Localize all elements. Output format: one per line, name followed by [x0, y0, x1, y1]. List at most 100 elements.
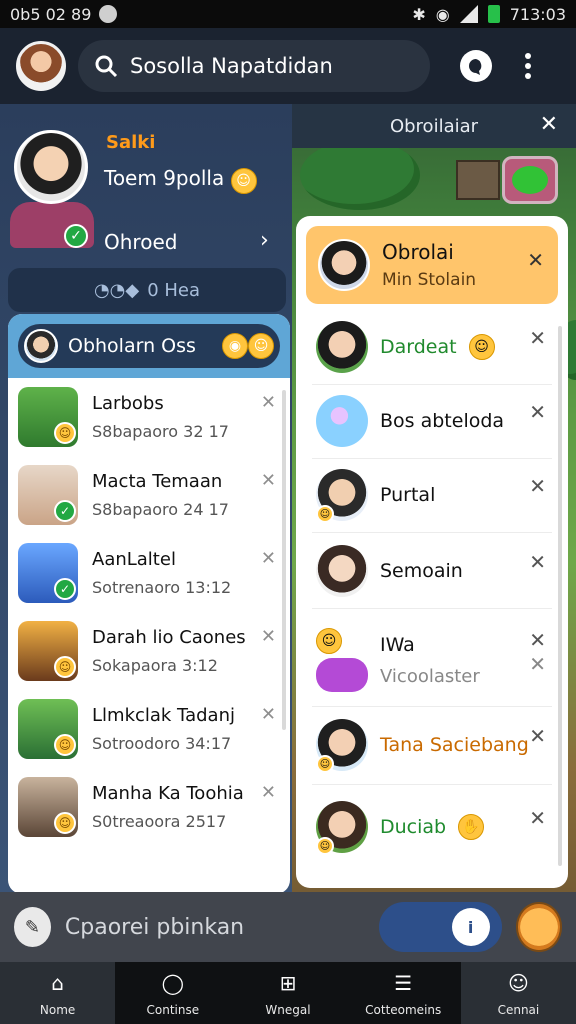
right-panel-header: Obroilaiar ✕ — [292, 104, 576, 148]
contact-avatar: ☺ — [316, 469, 368, 523]
list-item[interactable]: ☺ Purtal ✕ — [296, 458, 568, 532]
close-icon[interactable]: ✕ — [261, 392, 276, 413]
nav-profile[interactable]: ☺ Cennai — [460, 962, 576, 1024]
contact-avatar — [316, 545, 368, 597]
profile-status: Ohroed — [104, 230, 178, 254]
emoji-icons: ◉ ☺ — [222, 333, 274, 359]
nav-label: Wnegal — [265, 1003, 311, 1017]
contact-avatar — [316, 395, 368, 447]
list-item[interactable]: ☺ IWa Vicoolaster ✕ ✕ — [296, 614, 568, 706]
divider — [312, 784, 552, 785]
list-item[interactable]: ☺ Darah lio Caones Sokapaora 3:12 ✕ — [8, 612, 290, 690]
app-bar: Sosolla Napatdidan — [0, 28, 576, 104]
group-title: Obholarn Oss — [68, 335, 196, 357]
contact-name: Llmkclak Tadanj — [92, 705, 235, 726]
profile-subtitle: Toem 9polla ☺ — [104, 166, 257, 194]
close-icon[interactable]: ✕ — [261, 626, 276, 647]
filter-pill[interactable]: ◔◔◆ 0 Hea — [8, 268, 286, 312]
list-item[interactable]: ☺ Manha Ka Toohia S0treaoora 2517 ✕ — [8, 768, 290, 846]
list-item[interactable]: ✓ Macta Temaan S8bapaoro 24 17 ✕ — [8, 456, 290, 534]
plus-square-icon: ⊞ — [279, 971, 297, 995]
message-input[interactable]: Cpaorei pbinkan — [65, 915, 365, 940]
emoji-badge-icon: ☺ — [54, 812, 76, 834]
contact-meta: S0treaoora 2517 — [92, 812, 227, 831]
group-chip[interactable]: Obholarn Oss ◉ ☺ — [18, 324, 280, 368]
wifi-icon: ◉ — [435, 4, 450, 24]
emoji-badge-icon: ☺ — [316, 837, 334, 855]
emoji-badge-icon: ☺ — [316, 755, 334, 773]
close-icon[interactable]: ✕ — [529, 628, 546, 652]
contact-name: Semoain — [380, 560, 463, 582]
close-icon[interactable]: ✕ — [529, 550, 546, 574]
message-composer: ✎ Cpaorei pbinkan i — [0, 892, 576, 962]
close-icon[interactable]: ✕ — [529, 652, 546, 676]
close-icon[interactable]: ✕ — [261, 704, 276, 725]
contact-meta: S8bapaoro 32 17 — [92, 422, 229, 441]
nav-home[interactable]: ⌂ Nome — [0, 962, 116, 1024]
send-button[interactable]: i — [378, 902, 502, 952]
close-icon[interactable]: ✕ — [261, 782, 276, 803]
list-item[interactable]: Bos abteloda ✕ — [296, 384, 568, 458]
list-item[interactable]: ☺ Larbobs S8bapaoro 32 17 ✕ — [8, 378, 290, 456]
profile-card[interactable]: ✓ Salki Toem 9polla ☺ Ohroed › — [10, 116, 286, 256]
status-bar: 0b5 02 89 ✱ ◉ 713:03 — [0, 0, 576, 28]
bottom-navigation: ⌂ Nome ◯ Continse ⊞ Wnegal ☰ Cotteomeins… — [0, 962, 576, 1024]
close-icon[interactable]: ✕ — [529, 326, 546, 350]
close-icon[interactable]: ✕ — [261, 548, 276, 569]
list-item[interactable]: Dardeat ☺ ✕ — [296, 310, 568, 384]
info-icon: i — [451, 908, 490, 946]
list-item[interactable]: ☺ Llmkclak Tadanj Sotroodoro 34:17 ✕ — [8, 690, 290, 768]
search-bar[interactable]: Sosolla Napatdidan — [78, 40, 430, 92]
close-icon[interactable]: ✕ — [261, 470, 276, 491]
search-icon — [95, 55, 118, 78]
close-icon[interactable]: ✕ — [529, 806, 546, 830]
contact-name: Macta Temaan — [92, 471, 223, 492]
nav-contacts[interactable]: ☰ Cotteomeins — [346, 962, 461, 1024]
list-item[interactable]: ☺ Tana Saciebang ✕ — [296, 708, 568, 782]
nav-new[interactable]: ⊞ Wnegal — [230, 962, 345, 1024]
emoji-icon: ☺ — [468, 334, 495, 360]
contact-meta: Sotroodoro 34:17 — [92, 734, 232, 753]
user-avatar[interactable] — [16, 41, 66, 91]
contact-name: Dardeat — [380, 336, 457, 358]
more-options-button[interactable] — [508, 46, 548, 86]
contact-meta: S8bapaoro 24 17 — [92, 500, 229, 519]
contact-meta: Sokapaora 3:12 — [92, 656, 218, 675]
close-icon[interactable]: ✕ — [527, 248, 544, 272]
game-badge-icon[interactable] — [502, 156, 558, 204]
list-item[interactable]: ✓ AanLaltel Sotrenaoro 13:12 ✕ — [8, 534, 290, 612]
contact-avatar-group: ☺ — [316, 628, 368, 692]
contact-avatar: ☺ — [316, 719, 368, 773]
close-icon[interactable]: ✕ — [529, 724, 546, 748]
kebab-menu-icon — [525, 53, 531, 79]
my-avatar[interactable] — [515, 902, 562, 952]
compose-pen-icon[interactable]: ✎ — [14, 907, 51, 947]
emoji-badge-icon: ☺ — [54, 422, 76, 444]
bluetooth-icon: ✱ — [412, 4, 426, 24]
chat-list: Obholarn Oss ◉ ☺ ☺ Larbobs S8bapaoro 32 17… — [8, 314, 290, 894]
close-icon[interactable]: ✕ — [529, 400, 546, 424]
group-header: Obholarn Oss ◉ ☺ — [8, 314, 290, 378]
verified-icon: ✓ — [64, 224, 88, 248]
emoji-badge-icon: ☺ — [54, 656, 76, 678]
nav-continue[interactable]: ◯ Continse — [115, 962, 230, 1024]
contact-name: Darah lio Caones — [92, 627, 246, 648]
emoji-badge-icon: ☺ — [316, 505, 334, 523]
active-avatar — [318, 239, 370, 291]
close-icon[interactable]: ✕ — [540, 112, 558, 137]
status-time-left: 0b5 02 89 — [10, 4, 92, 24]
divider — [312, 706, 552, 707]
list-item[interactable]: Semoain ✕ — [296, 534, 568, 608]
chevron-right-icon[interactable]: › — [260, 228, 269, 253]
contact-avatar: ☺ — [316, 801, 368, 855]
signal-icon — [459, 5, 478, 23]
chat-button[interactable] — [456, 46, 496, 86]
active-title: Obrolai — [382, 240, 454, 264]
contact-subtitle: Vicoolaster — [380, 665, 480, 687]
list-item[interactable]: ☺ Duciab ✋ ✕ — [296, 790, 568, 864]
contact-name: IWa — [380, 633, 415, 656]
close-icon[interactable]: ✕ — [529, 474, 546, 498]
search-input[interactable]: Sosolla Napatdidan — [130, 54, 333, 78]
active-conversation[interactable]: Obrolai Min Stolain ✕ — [306, 226, 558, 304]
nav-label: Cennai — [497, 1003, 540, 1017]
